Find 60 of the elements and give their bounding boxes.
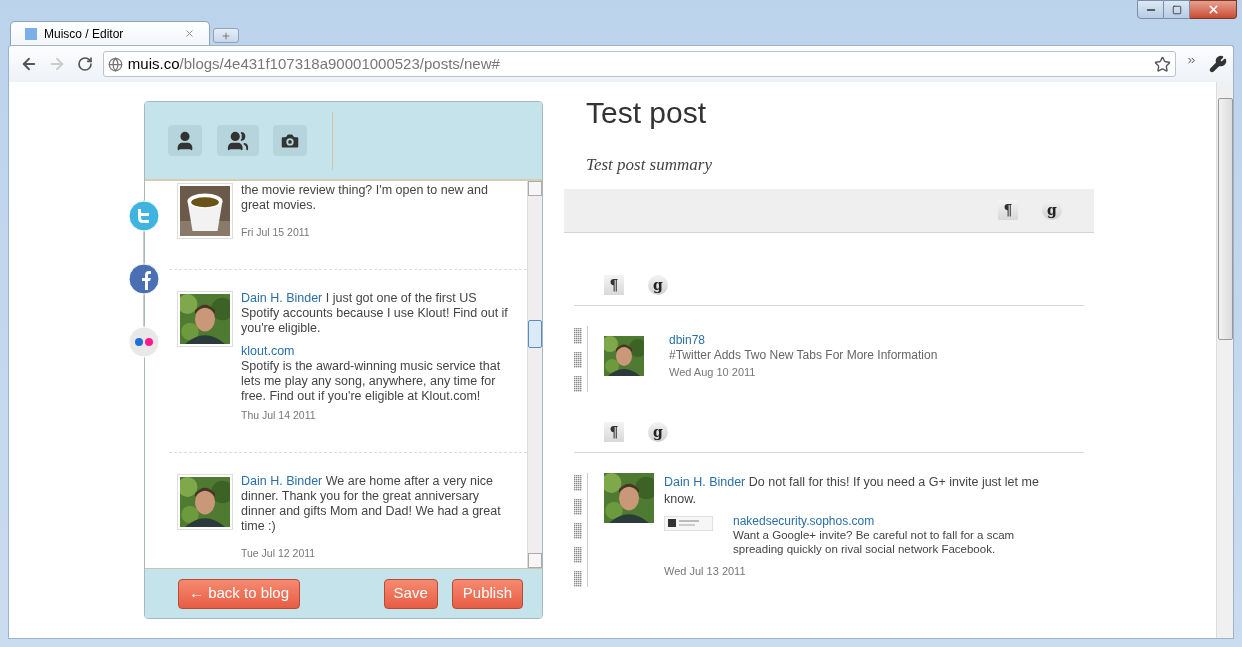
people-icon xyxy=(227,129,249,152)
post-title[interactable]: Test post xyxy=(586,95,1094,131)
author-link[interactable]: Dain H. Binder xyxy=(241,290,323,305)
drag-handle-icon[interactable] xyxy=(574,351,582,368)
paragraph-button[interactable]: ¶ xyxy=(998,200,1018,220)
drag-handle-icon[interactable] xyxy=(574,375,582,392)
bird-icon[interactable] xyxy=(128,200,160,232)
drag-handle-icon[interactable] xyxy=(574,522,582,539)
page-scrollbar[interactable] xyxy=(1216,82,1233,638)
tweet-text: #Twitter Adds Two New Tabs For More Information xyxy=(669,347,938,363)
feed-text: Dain H. Binder I just got one of the first US Spotify accounts because I use Klout! Find out if you're eligible. xyxy=(241,290,509,336)
scrollbar[interactable] xyxy=(527,181,542,568)
link-description: Spotify is the award-winning music service that lets me play any song, anywhere, any time for free. Find out if you're eligible at Klout.com! xyxy=(241,358,502,404)
two-dots-icon[interactable] xyxy=(128,326,160,358)
maximize-icon xyxy=(1171,4,1182,15)
author-link[interactable]: Dain H. Binder xyxy=(241,473,323,488)
letter-f-icon[interactable] xyxy=(128,263,160,295)
plus-icon xyxy=(221,30,231,41)
author-link[interactable]: Dain H. Binder xyxy=(664,474,746,489)
browser-tab[interactable]: Muisco / Editor xyxy=(10,21,210,45)
bookmark-star-icon[interactable] xyxy=(1154,55,1172,73)
drag-handle-icon[interactable] xyxy=(574,474,582,491)
page-icon xyxy=(25,27,37,40)
paragraph-button[interactable]: ¶ xyxy=(604,274,624,295)
feed-date: Fri Jul 15 2011 xyxy=(241,225,311,240)
link-title[interactable]: klout.com xyxy=(241,343,517,359)
camera-button[interactable] xyxy=(273,125,307,156)
address-bar[interactable]: muis.co/blogs/4e431f107318a90001000523/posts/new# xyxy=(102,51,1177,77)
g-button[interactable]: g xyxy=(1042,200,1062,220)
post-date: Wed Jul 13 2011 xyxy=(664,563,747,578)
close-tab-icon[interactable] xyxy=(184,28,195,39)
settings-icon[interactable] xyxy=(1209,55,1227,73)
g-button[interactable]: g xyxy=(648,274,668,295)
g-button[interactable]: g xyxy=(648,421,668,442)
post-summary[interactable]: Test post summary xyxy=(586,152,1094,178)
group-button[interactable] xyxy=(217,125,259,156)
feed-text: Dain H. Binder We are home after a very nice dinner. Thank you for the great anniversary dinner and gifts Mom and Dad! We had a great time :) xyxy=(241,473,502,534)
tab-title: Muisco / Editor xyxy=(44,25,125,43)
close-button[interactable] xyxy=(1190,0,1237,19)
new-tab-button[interactable] xyxy=(213,28,239,43)
author-link[interactable]: dbin78 xyxy=(669,332,938,348)
drag-handle-icon[interactable] xyxy=(574,546,582,563)
feed-text: the movie review thing? I'm open to new and great movies. xyxy=(241,183,489,213)
person-button[interactable] xyxy=(168,125,202,156)
post-date: Wed Aug 10 2011 xyxy=(669,364,757,380)
globe-icon xyxy=(107,56,123,72)
link-description: Want a Google+ invite? Be careful not to fall for a scam spreading quickly on rival social network Facebook. xyxy=(733,528,1016,556)
paragraph-button[interactable]: ¶ xyxy=(604,421,624,442)
status-text: Dain H. Binder Do not fall for this! If you need a G+ invite just let me know. xyxy=(664,473,1040,508)
close-icon xyxy=(1206,3,1220,16)
link-title[interactable]: nakedsecurity.sophos.com xyxy=(733,513,1063,528)
drag-handle-icon[interactable] xyxy=(574,570,582,587)
drag-handle-icon[interactable] xyxy=(574,498,582,515)
feed-date: Thu Jul 14 2011 xyxy=(241,407,317,423)
feed-date: Tue Jul 12 2011 xyxy=(241,545,317,561)
drag-handle-icon[interactable] xyxy=(574,327,582,344)
url-text: muis.co/blogs/4e431f107318a90001000523/posts/new# xyxy=(127,53,501,74)
reload-icon xyxy=(76,56,93,72)
maximize-button[interactable] xyxy=(1164,0,1190,19)
minimize-button[interactable] xyxy=(1137,0,1164,19)
